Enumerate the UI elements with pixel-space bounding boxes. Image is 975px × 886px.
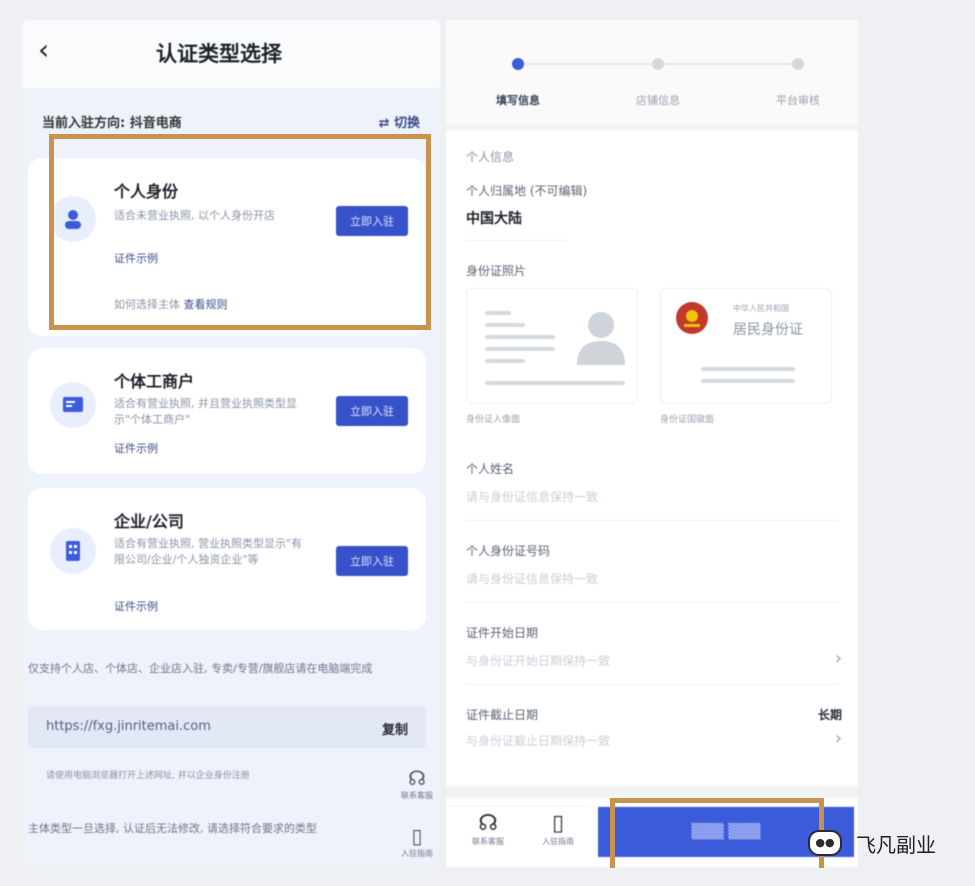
headset-icon: ☊ — [408, 766, 426, 790]
card-footer: 如何选择主体 查看规则 — [114, 296, 228, 312]
step-label: 填写信息 — [496, 94, 540, 107]
example-link[interactable]: 证件示例 — [114, 440, 158, 456]
long-term-toggle[interactable]: 长期 — [818, 706, 842, 723]
card-title: 个人身份 — [114, 182, 179, 201]
guide-button[interactable]: ▯ 入驻指南 — [538, 811, 578, 847]
placeholder-bar — [485, 381, 625, 385]
end-date-picker[interactable]: 与身份证截止日期保持一致 — [466, 732, 610, 749]
divider — [446, 786, 858, 798]
building-icon — [50, 528, 96, 574]
apply-now-button[interactable]: 立即入驻 — [336, 546, 408, 576]
company-card[interactable]: 企业/公司 适合有营业执照, 营业执照类型显示"有限公司/企业/个人独资企业"等… — [28, 488, 426, 630]
chevron-right-icon[interactable]: › — [835, 648, 842, 669]
direction-row: 当前入驻方向: 抖音电商 ⇄ 切换 — [42, 112, 420, 132]
name-input[interactable]: 请与身份证信息保持一致 — [466, 488, 598, 505]
bottom-icon-label: 入驻指南 — [542, 837, 574, 846]
card-description: 适合有营业执照, 并且营业执照类型显示"个体工商户" — [114, 397, 297, 426]
shortcut-label: 入驻指南 — [401, 849, 433, 858]
placeholder-bar — [485, 359, 525, 363]
step-dot — [792, 58, 804, 70]
guide-shortcut[interactable]: ▯ 入驻指南 — [400, 824, 434, 859]
progress-steps: 填写信息 店铺信息 平台审核 — [446, 20, 858, 130]
copy-button[interactable]: 复制 — [382, 719, 408, 738]
store-type-hint: 仅支持个人店、个体店、企业店入驻, 专卖/专营/旗舰店请在电脑端完成 — [28, 662, 373, 675]
watermark-text: 飞凡副业 — [856, 832, 936, 857]
placeholder-bar — [701, 379, 795, 383]
category-selection-panel: ‹ 认证类型选择 当前入驻方向: 抖音电商 ⇄ 切换 个人身份 适合未营业执照,… — [22, 20, 440, 866]
direction-label: 当前入驻方向: 抖音电商 — [42, 116, 182, 131]
national-emblem-icon — [676, 302, 708, 334]
step-dot — [652, 58, 664, 70]
region-value: 中国大陆 — [466, 211, 522, 227]
step-dot-active — [512, 58, 524, 70]
bottom-action-bar: ☊ 联系客服 ▯ 入驻指南 ▒▒▒ ▒▒▒ — [446, 806, 858, 867]
id-back-upload[interactable]: 中华人民共和国 居民身份证 — [660, 288, 832, 404]
customer-service-button[interactable]: ☊ 联系客服 — [468, 811, 508, 847]
view-rules-link[interactable]: 查看规则 — [184, 298, 228, 311]
step-connector — [664, 63, 794, 65]
id-back-title: 居民身份证 — [733, 322, 803, 338]
wechat-icon: ●● — [808, 830, 842, 856]
apply-now-button[interactable]: 立即入驻 — [336, 206, 408, 236]
example-link[interactable]: 证件示例 — [114, 598, 158, 614]
step-label: 店铺信息 — [636, 94, 680, 107]
id-number-input[interactable]: 请与身份证信息保持一致 — [466, 570, 598, 587]
step-label: 平台审核 — [776, 94, 820, 107]
merchant-url: https://fxg.jinritemai.com — [46, 719, 211, 734]
switch-direction-button[interactable]: ⇄ 切换 — [379, 112, 420, 131]
card-description: 适合未营业执照, 以个人身份开店 — [114, 209, 275, 222]
portrait-icon — [577, 312, 625, 365]
footer-text: 如何选择主体 — [114, 298, 180, 311]
personal-identity-card[interactable]: 个人身份 适合未营业执照, 以个人身份开店 证件示例 立即入驻 如何选择主体 查… — [28, 158, 426, 336]
region-label: 个人归属地 (不可编辑) — [466, 184, 588, 198]
row-divider — [466, 240, 566, 241]
apply-now-button[interactable]: 立即入驻 — [336, 396, 408, 426]
document-icon: ▯ — [411, 824, 423, 848]
id-front-upload[interactable] — [466, 288, 638, 404]
id-back-caption: 身份证国徽面 — [660, 415, 715, 425]
end-date-label: 证件截止日期 — [466, 708, 539, 722]
name-label: 个人姓名 — [466, 462, 515, 476]
id-photo-label: 身份证照片 — [466, 264, 527, 278]
id-number-label: 个人身份证号码 — [466, 544, 551, 558]
placeholder-bar — [485, 335, 555, 339]
section-title: 个人信息 — [466, 150, 515, 164]
customer-service-shortcut[interactable]: ☊ 联系客服 — [400, 766, 434, 801]
placeholder-bar — [485, 311, 511, 315]
row-divider — [466, 684, 838, 685]
start-date-label: 证件开始日期 — [466, 626, 539, 640]
placeholder-bar — [485, 323, 525, 327]
person-icon — [50, 196, 96, 242]
card-title: 个体工商户 — [114, 372, 195, 391]
back-button[interactable]: ‹ — [38, 36, 49, 64]
info-form-panel: 填写信息 店铺信息 平台审核 个人信息 个人归属地 (不可编辑) 中国大陆 身份… — [446, 20, 858, 867]
placeholder-bar — [701, 367, 795, 371]
step-connector — [524, 63, 658, 65]
document-icon: ▯ — [551, 811, 565, 836]
row-divider — [466, 602, 838, 603]
headset-icon: ☊ — [478, 811, 498, 836]
url-box: https://fxg.jinritemai.com 复制 — [28, 706, 426, 748]
page-title: 认证类型选择 — [156, 42, 282, 66]
id-front-caption: 身份证人像面 — [466, 415, 521, 425]
example-link[interactable]: 证件示例 — [114, 250, 158, 266]
license-icon — [50, 382, 96, 428]
card-title: 企业/公司 — [114, 512, 184, 531]
chevron-right-icon[interactable]: › — [835, 728, 842, 749]
placeholder-bar — [485, 347, 555, 351]
watermark: ●● 飞凡副业 — [808, 826, 936, 860]
start-date-picker[interactable]: 与身份证开始日期保持一致 — [466, 652, 610, 669]
row-divider — [466, 520, 838, 521]
individual-business-card[interactable]: 个体工商户 适合有营业执照, 并且营业执照类型显示"个体工商户" 证件示例 立即… — [28, 348, 426, 474]
selection-warning: 主体类型一旦选择, 认证后无法修改, 请选择符合要求的类型 — [28, 822, 317, 835]
url-note: 请使用电脑浏览器打开上述网址, 并以企业身份注册 — [46, 771, 250, 781]
bottom-icon-label: 联系客服 — [472, 837, 504, 846]
card-description: 适合有营业执照, 营业执照类型显示"有限公司/企业/个人独资企业"等 — [114, 537, 303, 566]
divider — [446, 124, 858, 130]
id-back-subtitle: 中华人民共和国 — [733, 304, 789, 313]
shortcut-label: 联系客服 — [401, 791, 433, 800]
